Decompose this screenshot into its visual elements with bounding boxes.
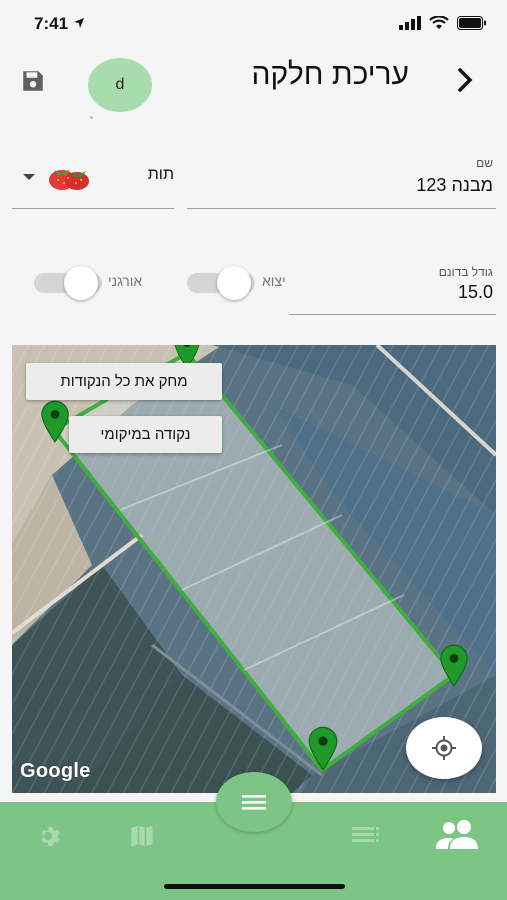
save-icon[interactable] [20,68,46,94]
status-time: 7:41 [34,14,85,34]
crop-select[interactable]: תות [12,158,174,208]
size-underline [289,314,496,315]
list-icon[interactable] [350,822,380,848]
delete-all-points-button[interactable]: מחק את כל הנקודות [26,363,222,400]
location-arrow-icon [73,18,84,28]
google-attribution: Google [20,760,91,782]
crop-value: תות [147,166,174,183]
avatar-initial: d [115,76,125,93]
export-toggle[interactable] [187,266,255,300]
my-location-button[interactable] [406,717,482,779]
avatar-dot [90,116,93,119]
name-field[interactable]: מבנה 123 [193,175,493,196]
signal-icon [399,16,421,30]
crosshair-icon [432,736,456,760]
wifi-icon [429,16,449,29]
avatar[interactable]: d [88,58,152,112]
name-underline [187,208,496,209]
satellite-map[interactable]: מחק את כל הנקודות נקודה במיקומי Google [12,345,496,793]
battery-icon [457,16,486,30]
size-label: גודל בדונם [438,265,493,279]
map-marker-left[interactable] [38,399,72,443]
size-field[interactable]: 15.0 [293,282,493,303]
organic-label: אורגני [108,273,143,289]
crop-underline [12,208,174,209]
back-chevron-icon[interactable] [451,62,479,98]
map-marker-bottom[interactable] [306,725,340,771]
dropdown-arrow-icon [23,174,35,180]
status-icons [399,16,487,30]
people-icon[interactable] [434,818,480,850]
menu-icon [242,795,266,810]
organic-toggle-knob [64,266,98,300]
page-title: עריכת חלקה [251,58,409,91]
menu-fab-button[interactable] [216,772,292,832]
name-label: שם [476,156,493,170]
organic-toggle[interactable] [34,266,102,300]
strawberry-icon [49,169,89,190]
export-label: יצוא [262,273,286,289]
map-icon[interactable] [128,822,156,850]
gear-icon[interactable] [34,822,62,850]
map-marker-right[interactable] [437,643,471,687]
home-indicator [164,884,345,889]
point-at-my-location-button[interactable]: נקודה במיקומי [69,416,222,453]
export-toggle-knob [217,266,251,300]
